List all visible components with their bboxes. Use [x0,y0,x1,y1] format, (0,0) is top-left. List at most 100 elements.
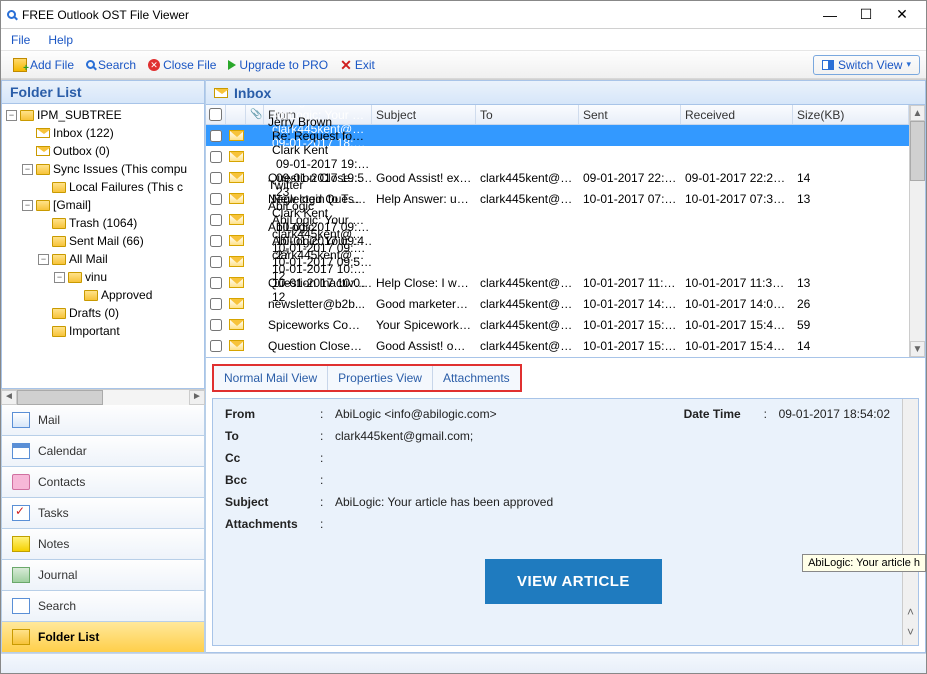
switch-view-button[interactable]: Switch View▾ [813,55,920,75]
header-subject[interactable]: Subject [372,105,476,124]
scroll-thumb[interactable] [910,121,925,181]
message-row[interactable]: Jerry Brown Re: Request for G...Clark Ke… [206,146,909,167]
tree-item-inbox[interactable]: Inbox (122) [2,124,204,142]
header-sent[interactable]: Sent [579,105,681,124]
header-to[interactable]: To [476,105,579,124]
row-checkbox[interactable] [206,340,226,352]
row-checkbox[interactable] [206,151,226,163]
mail-icon [226,340,246,351]
mail-icon [12,412,30,428]
preview-vertical-scrollbar[interactable]: ˄ ˅ [902,399,918,645]
tree-item-allmail[interactable]: −All Mail [2,250,204,268]
row-checkbox[interactable] [206,214,226,226]
minimize-button[interactable]: — [812,7,848,23]
tree-item-root[interactable]: −IPM_SUBTREE [2,106,204,124]
tooltip: AbiLogic: Your article h [802,554,926,572]
tree-item-drafts[interactable]: Drafts (0) [2,304,204,322]
nav-search[interactable]: Search [1,591,205,622]
scroll-right-icon[interactable]: ► [189,390,205,405]
preview-scroll-down-icon[interactable]: ˅ [903,625,918,645]
menu-file[interactable]: File [11,33,30,47]
header-checkbox[interactable] [206,105,226,124]
row-received: 09-01-2017 22:29:... [681,171,793,185]
preview-datetime-label: Date Time [684,407,764,421]
row-checkbox[interactable] [206,319,226,331]
nav-folder-icon [12,629,30,645]
row-checkbox[interactable] [206,193,226,205]
preview-datetime-value: 09-01-2017 18:54:02 [779,407,890,421]
row-checkbox[interactable] [206,277,226,289]
header-icon[interactable] [226,105,246,124]
tree-item-sentmail[interactable]: Sent Mail (66) [2,232,204,250]
row-to: clark445kent@g... [476,171,579,185]
row-from: AbiLogic AbiLogic: Your art...clark445ke… [264,220,372,304]
row-checkbox[interactable] [206,235,226,247]
row-checkbox[interactable] [206,256,226,268]
scroll-left-icon[interactable]: ◄ [1,390,17,405]
header-attachment[interactable]: 📎 [246,105,264,124]
tree-item-gmail[interactable]: −[Gmail] [2,196,204,214]
tree-item-local-failures[interactable]: Local Failures (This c [2,178,204,196]
message-preview: From: AbiLogic <info@abilogic.com> Date … [212,398,919,646]
row-to: clark445kent@g... [476,276,579,290]
row-received: 10-01-2017 15:47:... [681,339,793,353]
preview-subject-label: Subject [225,495,320,509]
inbox-icon [36,128,50,138]
header-size[interactable]: Size(KB) [793,105,909,124]
tab-properties-view[interactable]: Properties View [328,366,433,390]
nav-folder-list[interactable]: Folder List [1,622,205,653]
folder-tree[interactable]: −IPM_SUBTREE Inbox (122) Outbox (0) −Syn… [1,104,205,389]
view-article-button[interactable]: VIEW ARTICLE [485,559,662,604]
row-sent: 10-01-2017 11:31:... [579,276,681,290]
tree-item-important[interactable]: Important [2,322,204,340]
tree-item-outbox[interactable]: Outbox (0) [2,142,204,160]
row-sent: 09-01-2017 22:29:... [579,171,681,185]
row-to: clark445kent@g... [476,192,579,206]
journal-icon [12,567,30,583]
preview-attachments-label: Attachments [225,517,320,531]
maximize-button[interactable]: ☐ [848,6,884,23]
nav-journal[interactable]: Journal [1,560,205,591]
nav-contacts[interactable]: Contacts [1,467,205,498]
tree-item-trash[interactable]: Trash (1064) [2,214,204,232]
row-to: clark445kent@g... [268,248,371,262]
message-row[interactable]: AbiLogic AbiLogic: Your art...clark445ke… [206,251,909,272]
row-subject: Your Spiceworks ... [372,318,476,332]
tree-horizontal-scrollbar[interactable]: ◄ ► [1,389,205,405]
row-subject: Help Close: I wan... [372,276,476,290]
scroll-down-icon[interactable]: ▼ [910,341,925,357]
message-row[interactable]: newsletter@b2b...Good marketers ...clark… [206,293,909,314]
row-checkbox[interactable] [206,298,226,310]
tab-attachments[interactable]: Attachments [433,366,520,390]
preview-cc-label: Cc [225,451,320,465]
nav-notes[interactable]: Notes [1,529,205,560]
row-checkbox[interactable] [206,172,226,184]
tree-item-vinu[interactable]: −vinu [2,268,204,286]
message-row[interactable]: Spiceworks Com...Your Spiceworks ...clar… [206,314,909,335]
header-received[interactable]: Received [681,105,793,124]
menu-help[interactable]: Help [48,33,73,47]
close-window-button[interactable]: ✕ [884,6,920,23]
message-row[interactable]: Question Closed ...Good Assist! outl...c… [206,335,909,356]
row-size: 13 [793,192,909,206]
upgrade-icon [228,60,236,70]
tree-item-approved[interactable]: Approved [2,286,204,304]
preview-to-label: To [225,429,320,443]
tree-item-sync[interactable]: −Sync Issues (This compu [2,160,204,178]
close-file-button[interactable]: ✕Close File [142,56,222,74]
nav-calendar[interactable]: Calendar [1,436,205,467]
row-checkbox[interactable] [206,130,226,142]
list-vertical-scrollbar[interactable]: ▲ ▼ [909,105,925,357]
nav-tasks[interactable]: Tasks [1,498,205,529]
upgrade-button[interactable]: Upgrade to PRO [222,56,334,74]
nav-mail[interactable]: Mail [1,405,205,436]
tab-normal-mail-view[interactable]: Normal Mail View [214,366,328,390]
scroll-thumb[interactable] [17,390,103,405]
folder-icon [52,308,66,319]
search-button[interactable]: Search [80,56,142,74]
scroll-up-icon[interactable]: ▲ [910,105,925,121]
preview-scroll-up-icon[interactable]: ˄ [903,605,918,625]
add-file-button[interactable]: Add File [7,56,80,74]
mail-icon [226,277,246,288]
exit-button[interactable]: ✕Exit [334,56,381,74]
